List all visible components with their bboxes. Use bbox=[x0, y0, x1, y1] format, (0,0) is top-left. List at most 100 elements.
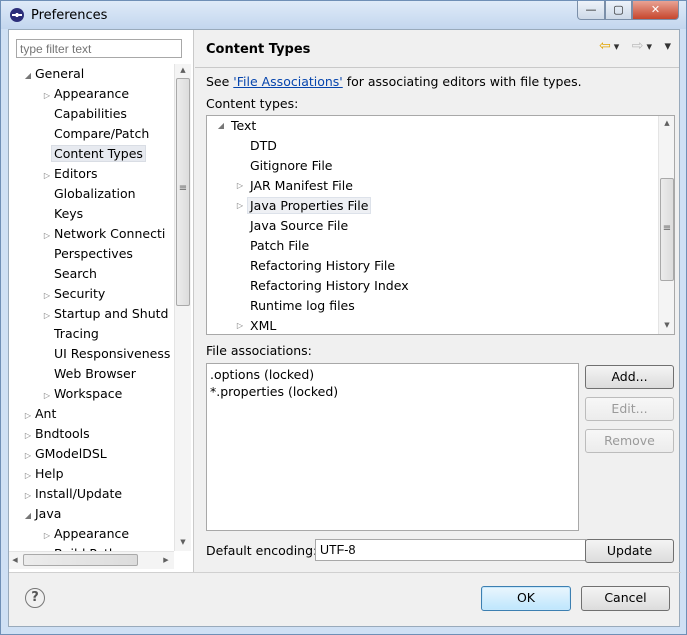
content-type-item[interactable]: ◢ Text bbox=[218, 116, 257, 136]
content-type-label: Text bbox=[231, 118, 257, 133]
tree-item[interactable]: Content Types bbox=[40, 144, 146, 164]
content-type-item[interactable]: DTD bbox=[250, 136, 277, 156]
forward-dropdown-icon[interactable]: ▾ bbox=[646, 40, 652, 53]
expand-icon[interactable]: ▷ bbox=[233, 316, 247, 334]
tree-item[interactable]: ▷ Appearance bbox=[40, 84, 129, 104]
content-type-item[interactable]: Gitignore File bbox=[250, 156, 332, 176]
back-dropdown-icon[interactable]: ▾ bbox=[614, 40, 620, 53]
tree-item[interactable]: ▷ Ant bbox=[21, 404, 56, 424]
expand-icon[interactable]: ▷ bbox=[40, 306, 54, 326]
tree-item[interactable]: Web Browser bbox=[40, 364, 136, 384]
tree-vertical-scrollbar[interactable]: ▲ ≡ ▼ bbox=[174, 64, 191, 551]
expand-icon[interactable]: ▷ bbox=[21, 466, 35, 486]
expand-icon[interactable]: ▷ bbox=[40, 286, 54, 306]
scroll-right-icon[interactable]: ▶ bbox=[160, 556, 172, 564]
file-associations-link[interactable]: 'File Associations' bbox=[233, 74, 342, 89]
content-types-tree[interactable]: ◢ Text DTD Gitignore File ▷ JAR Manifest File… bbox=[206, 115, 675, 335]
tree-item[interactable]: ▷ Bndtools bbox=[21, 424, 90, 444]
update-button[interactable]: Update bbox=[585, 539, 674, 563]
scroll-left-icon[interactable]: ◀ bbox=[9, 556, 21, 564]
minimize-button[interactable]: — bbox=[577, 1, 605, 20]
scroll-thumb[interactable]: ≡ bbox=[176, 78, 190, 306]
tree-item[interactable]: ▷ Editors bbox=[40, 164, 98, 184]
tree-item-label: Startup and Shutd bbox=[54, 306, 169, 321]
expand-icon[interactable]: ▷ bbox=[21, 406, 35, 426]
tree-item[interactable]: UI Responsiveness bbox=[40, 344, 170, 364]
content-type-item[interactable]: Refactoring History Index bbox=[250, 276, 409, 296]
collapse-icon[interactable]: ◢ bbox=[21, 66, 35, 86]
tree-item[interactable]: Perspectives bbox=[40, 244, 133, 264]
tree-item[interactable]: ◢ General bbox=[21, 64, 84, 84]
footer-divider bbox=[9, 572, 681, 573]
scroll-down-icon[interactable]: ▼ bbox=[175, 538, 191, 546]
collapse-icon[interactable]: ◢ bbox=[21, 506, 35, 526]
expand-icon[interactable]: ▷ bbox=[233, 176, 247, 196]
history-toolbar: ⇦ ▾ ⇨ ▾ ▾ bbox=[596, 38, 671, 54]
tree-item[interactable]: Capabilities bbox=[40, 104, 127, 124]
expand-icon[interactable]: ▷ bbox=[21, 426, 35, 446]
content-type-item[interactable]: Java Source File bbox=[250, 216, 348, 236]
tree-horizontal-scrollbar[interactable]: ◀ ▶ bbox=[9, 551, 174, 569]
expand-icon[interactable]: ▷ bbox=[40, 226, 54, 246]
forward-icon[interactable]: ⇨ bbox=[632, 38, 644, 54]
content-types-label: Content types: bbox=[206, 96, 299, 111]
tree-item[interactable]: Globalization bbox=[40, 184, 136, 204]
content-type-item[interactable]: Patch File bbox=[250, 236, 309, 256]
ct-scroll-up-icon[interactable]: ▲ bbox=[659, 119, 674, 127]
tree-item[interactable]: ▷ Appearance bbox=[40, 524, 129, 544]
tree-item[interactable]: ▷ GModelDSL bbox=[21, 444, 107, 464]
tree-item-label: Capabilities bbox=[54, 106, 127, 121]
tree-item[interactable]: ◢ Java bbox=[21, 504, 61, 524]
content-type-item[interactable]: ▷ XML bbox=[237, 316, 276, 334]
tree-item[interactable]: Search bbox=[40, 264, 97, 284]
back-icon[interactable]: ⇦ bbox=[599, 38, 611, 54]
scroll-up-icon[interactable]: ▲ bbox=[175, 66, 191, 74]
ok-button[interactable]: OK bbox=[481, 586, 571, 611]
file-association-item[interactable]: *.properties (locked) bbox=[210, 383, 575, 400]
expand-icon[interactable]: ▷ bbox=[40, 526, 54, 546]
content-type-label: JAR Manifest File bbox=[250, 178, 353, 193]
tree-item-label: Install/Update bbox=[35, 486, 123, 501]
tree-item[interactable]: ▷ Workspace bbox=[40, 384, 122, 404]
tree-item[interactable]: Keys bbox=[40, 204, 83, 224]
tree-item[interactable]: ▷ Install/Update bbox=[21, 484, 122, 504]
tree-item-label: Appearance bbox=[54, 526, 130, 541]
tree-item-label: UI Responsiveness bbox=[54, 346, 171, 361]
expand-icon[interactable]: ▷ bbox=[40, 386, 54, 406]
expand-icon[interactable]: ▷ bbox=[40, 166, 54, 186]
ct-scroll-down-icon[interactable]: ▼ bbox=[659, 321, 674, 329]
file-association-item[interactable]: .options (locked) bbox=[210, 366, 575, 383]
content-type-item[interactable]: ▷ JAR Manifest File bbox=[237, 176, 353, 196]
remove-button[interactable]: Remove bbox=[585, 429, 674, 453]
tree-item[interactable]: ▷ Help bbox=[21, 464, 64, 484]
add-button[interactable]: Add... bbox=[585, 365, 674, 389]
tree-item[interactable]: ▷Build Path bbox=[40, 544, 117, 551]
tree-item[interactable]: ▷ Network Connecti bbox=[40, 224, 165, 244]
content-types-scrollbar[interactable]: ▲ ≡ ▼ bbox=[658, 116, 674, 334]
cancel-button[interactable]: Cancel bbox=[581, 586, 670, 611]
collapse-icon[interactable]: ◢ bbox=[214, 116, 228, 136]
expand-icon[interactable]: ▷ bbox=[233, 196, 247, 216]
expand-icon[interactable]: ▷ bbox=[40, 86, 54, 106]
tree-item[interactable]: Tracing bbox=[40, 324, 99, 344]
expand-icon[interactable]: ▷ bbox=[21, 486, 35, 506]
close-button[interactable]: ✕ bbox=[632, 1, 679, 20]
dialog-client: ◢General▷AppearanceCapabilitiesCompare/P… bbox=[8, 29, 681, 627]
maximize-button[interactable]: ▢ bbox=[605, 1, 632, 20]
tree-item[interactable]: ▷ Security bbox=[40, 284, 105, 304]
tree-item[interactable]: Compare/Patch bbox=[40, 124, 149, 144]
view-menu-icon[interactable]: ▾ bbox=[664, 39, 671, 54]
filter-input[interactable] bbox=[16, 39, 182, 58]
title-bar[interactable]: Preferences — ▢ ✕ bbox=[1, 1, 686, 29]
content-type-item[interactable]: ▷ Java Properties File bbox=[237, 196, 372, 216]
edit-button[interactable]: Edit... bbox=[585, 397, 674, 421]
default-encoding-input[interactable] bbox=[315, 539, 586, 561]
tree-item[interactable]: ▷ Startup and Shutd bbox=[40, 304, 169, 326]
ct-scroll-thumb[interactable]: ≡ bbox=[660, 178, 674, 281]
expand-icon[interactable]: ▷ bbox=[21, 446, 35, 466]
help-icon[interactable]: ? bbox=[25, 588, 45, 608]
content-type-item[interactable]: Runtime log files bbox=[250, 296, 355, 316]
file-associations-list[interactable]: .options (locked) *.properties (locked) bbox=[206, 363, 579, 531]
content-type-item[interactable]: Refactoring History File bbox=[250, 256, 395, 276]
h-scroll-thumb[interactable] bbox=[23, 554, 138, 566]
